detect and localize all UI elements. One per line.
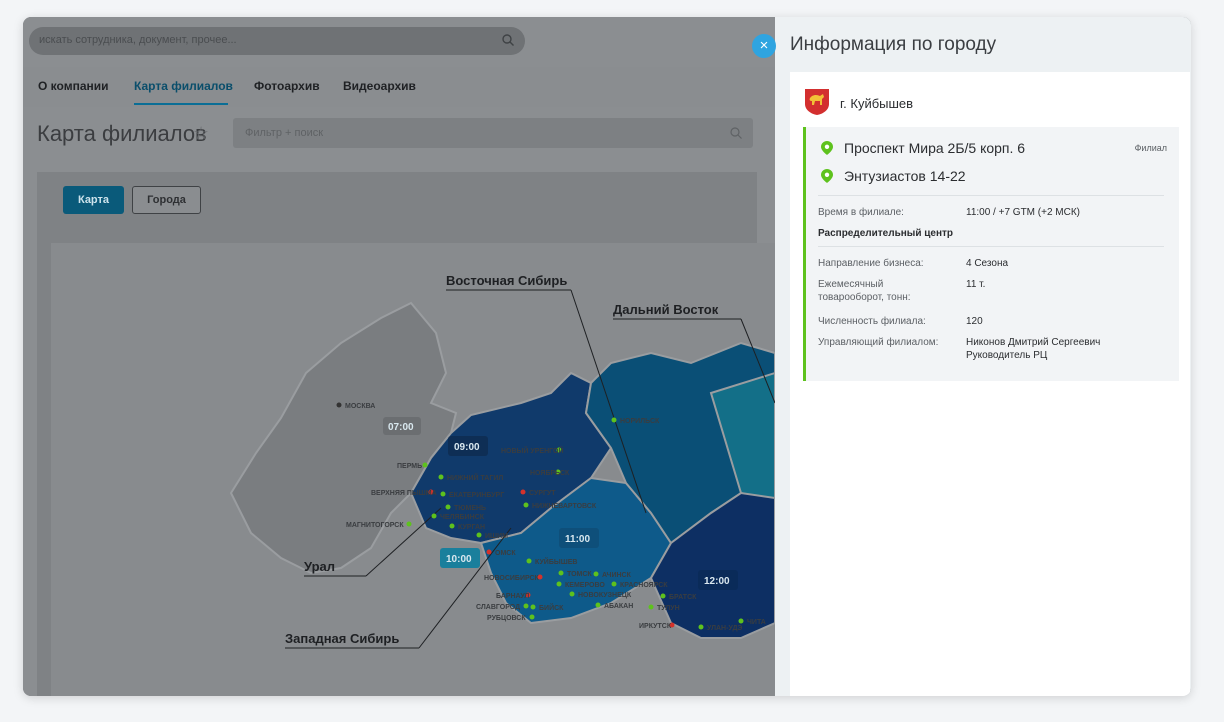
active-tab-indicator: [134, 103, 228, 105]
city-label[interactable]: СЛАВГОРОД: [476, 604, 520, 611]
field-value: 4 Сезона: [966, 258, 1009, 269]
city-label[interactable]: КУРГАН: [458, 524, 485, 531]
city-name: г. Куйбышев: [840, 96, 914, 111]
close-panel-button[interactable]: ×: [752, 34, 776, 58]
city-label[interactable]: ИРКУТСК: [639, 623, 672, 630]
search-icon[interactable]: [501, 33, 515, 47]
app-window: искать сотрудника, документ, прочее... О…: [23, 17, 1191, 696]
field-label: Ежемесячный товарооборот, тонн:: [818, 279, 911, 303]
tab-about[interactable]: О компании: [38, 79, 109, 93]
coat-of-arms-icon: [805, 89, 829, 115]
cities-view-button[interactable]: Города: [132, 186, 201, 214]
region-label-far-east: Дальний Восток: [613, 302, 719, 317]
city-label[interactable]: УЛАН-УДЭ: [707, 625, 742, 632]
city-label[interactable]: ПЕРМЬ: [397, 463, 422, 470]
tab-photo-archive[interactable]: Фотоархив: [254, 79, 320, 93]
city-label[interactable]: ИШИМ: [485, 533, 508, 540]
region-label-east-siberia: Восточная Сибирь: [446, 273, 567, 288]
time-value: 11:00 / +7 GTM (+2 МСК): [966, 207, 1081, 218]
branch-address[interactable]: Энтузиастов 14-22: [821, 168, 966, 184]
city-label[interactable]: ОМСК: [495, 550, 516, 557]
divider: [818, 195, 1164, 196]
map-svg: 07:00 09:00 10:00 11:00 12:00 Восточная …: [229, 273, 775, 649]
city-label[interactable]: НОЯБРЬСК: [530, 470, 570, 477]
city-label[interactable]: ВЕРХНЯЯ ПЫШМА: [371, 490, 437, 497]
city-label[interactable]: ТУЛУН: [657, 605, 680, 612]
city-label[interactable]: НОВОСИБИРСК: [484, 575, 540, 582]
branch-address[interactable]: Проспект Мира 2Б/5 корп. 6: [821, 140, 1025, 156]
divider: [818, 246, 1164, 247]
city-label[interactable]: НИЖНИЙ ТАГИЛ: [447, 473, 503, 482]
city-label[interactable]: БИЙСК: [539, 603, 564, 612]
address-text: Проспект Мира 2Б/5 корп. 6: [844, 140, 1026, 156]
branch-type-badge: Филиал: [1134, 143, 1167, 153]
city-label[interactable]: ЕКАТЕРИНБУРГ: [449, 492, 504, 499]
city-label[interactable]: КЕМЕРОВО: [565, 582, 605, 589]
location-pin-icon: [821, 141, 833, 155]
panel-title: Информация по городу: [790, 34, 997, 55]
city-label[interactable]: ТОМСК: [567, 571, 592, 578]
city-label[interactable]: МАГНИТОГОРСК: [346, 522, 404, 529]
city-label[interactable]: РУБЦОВСК: [487, 615, 526, 622]
filter-input[interactable]: Фильтр + поиск: [233, 118, 753, 148]
city-label[interactable]: НОВОКУЗНЕЦК: [578, 592, 632, 599]
city-info-panel: Информация по городу г. Куйбышев Проспек…: [775, 17, 1191, 696]
top-nav: О компании Карта филиалов Фотоархив Виде…: [23, 67, 775, 107]
city-label[interactable]: КУЙБЫШЕВ: [535, 557, 577, 566]
favorite-star-icon[interactable]: ☆: [193, 123, 209, 144]
timezone-label: 11:00: [565, 534, 590, 545]
timezone-label: 09:00: [454, 442, 480, 453]
city-label[interactable]: ЧЕЛЯБИНСК: [440, 514, 485, 521]
search-icon: [730, 127, 742, 139]
field-value: 11 т.: [966, 279, 986, 290]
field-value: Никонов Дмитрий Сергеевич Руководитель Р…: [966, 337, 1101, 361]
city-label[interactable]: ТЮМЕНЬ: [454, 505, 486, 512]
region-label-ural: Урал: [304, 559, 335, 574]
region-label-west-siberia: Западная Сибирь: [285, 631, 399, 646]
field-label: Управляющий филиалом:: [818, 337, 939, 348]
tab-video-archive[interactable]: Видеоархив: [343, 79, 416, 93]
map-region-west: [229, 301, 458, 575]
city-label[interactable]: НОРИЛЬСК: [620, 418, 660, 425]
city-label[interactable]: СУРГУТ: [529, 490, 556, 497]
branch-details: Проспект Мира 2Б/5 корп. 6 Филиал Энтузи…: [803, 127, 1179, 381]
city-label[interactable]: ЧИТА: [747, 619, 766, 626]
city-label[interactable]: БАРНАУЛ: [496, 593, 529, 600]
field-value: 120: [966, 316, 983, 327]
field-label: Направление бизнеса:: [818, 258, 924, 269]
city-label[interactable]: АЧИНСК: [602, 572, 632, 579]
time-label: Время в филиале:: [818, 207, 904, 218]
city-label[interactable]: БРАТСК: [669, 594, 697, 601]
branch-map[interactable]: 07:00 09:00 10:00 11:00 12:00 Восточная …: [51, 243, 775, 696]
location-pin-icon: [821, 169, 833, 183]
global-search[interactable]: искать сотрудника, документ, прочее...: [29, 27, 525, 55]
city-label[interactable]: КРАСНОЯРСК: [620, 582, 668, 589]
timezone-label: 12:00: [704, 576, 730, 587]
city-label[interactable]: МОСКВА: [345, 403, 375, 410]
city-label[interactable]: АБАКАН: [604, 603, 633, 610]
filter-placeholder: Фильтр + поиск: [245, 127, 324, 139]
main-app-dimmed: искать сотрудника, документ, прочее... О…: [23, 17, 775, 696]
page-title: Карта филиалов: [37, 121, 207, 146]
city-label[interactable]: НОВЫЙ УРЕНГОЙ: [501, 446, 563, 455]
timezone-label: 10:00: [446, 554, 472, 565]
city-card: г. Куйбышев Проспект Мира 2Б/5 корп. 6 Ф…: [790, 72, 1190, 696]
city-label[interactable]: НИЖНЕВАРТОВСК: [532, 503, 597, 510]
map-view-button[interactable]: Карта: [63, 186, 124, 214]
timezone-label: 07:00: [388, 422, 414, 433]
search-placeholder: искать сотрудника, документ, прочее...: [39, 34, 237, 46]
address-text: Энтузиастов 14-22: [844, 168, 966, 184]
distribution-center-heading: Распределительный центр: [818, 228, 953, 239]
field-label: Численность филиала:: [818, 316, 926, 327]
tab-branch-map[interactable]: Карта филиалов: [134, 79, 233, 93]
